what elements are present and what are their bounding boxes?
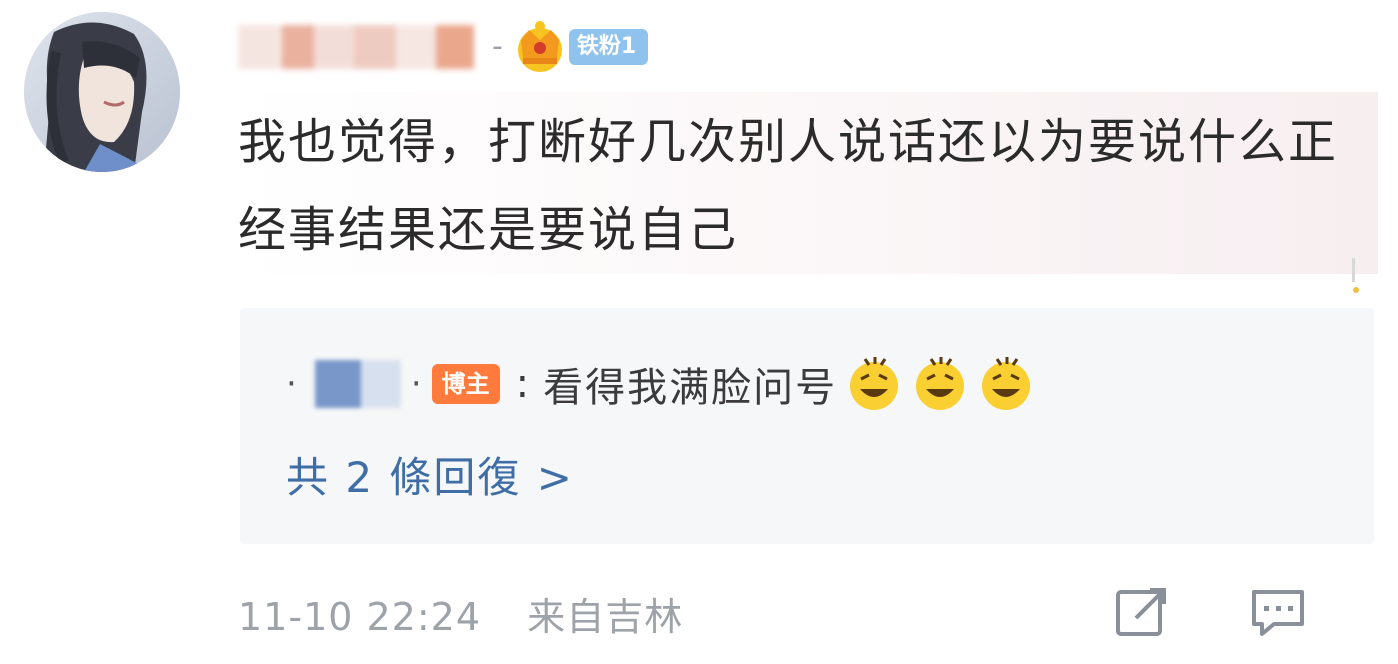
avatar-image — [24, 12, 180, 172]
reply-username-redacted[interactable] — [314, 360, 401, 408]
grin-emoji-icon — [916, 357, 965, 410]
username-separator: - — [492, 29, 503, 64]
comment-header: - 铁粉1 — [238, 18, 649, 76]
comment-icon[interactable] — [1250, 586, 1306, 638]
more-replies-link[interactable]: 共 2 條回復 > — [286, 444, 574, 505]
fan-badge: 铁粉1 — [568, 29, 649, 65]
username-redacted[interactable] — [238, 25, 474, 69]
share-icon[interactable] — [1114, 586, 1170, 638]
avatar[interactable] — [24, 12, 180, 172]
comment-text: 我也觉得，打断好几次别人说话还以为要说什么正经事结果还是要说自己 — [238, 92, 1378, 274]
location: 来自吉林 — [527, 595, 684, 639]
comment-card: - 铁粉1 我也觉得，打断好几次别人说话还以为要说什么正经事结果还是要说自己 ·… — [0, 0, 1398, 664]
comment-meta: 11-10 22:24 来自吉林 — [238, 586, 683, 641]
timestamp: 11-10 22:24 — [238, 595, 482, 639]
grin-emoji-icon — [982, 357, 1031, 410]
decorative-edge-marks — [1342, 256, 1360, 296]
reply-text: 看得我满脸问号 — [543, 365, 838, 411]
reply-bullet: · — [286, 364, 297, 404]
crown-icon — [517, 21, 562, 72]
reply-item: · · 博主 : 看得我满脸问号 — [286, 344, 1035, 424]
blogger-badge: 博主 — [431, 364, 500, 404]
reply-colon: : — [515, 361, 530, 407]
grin-emoji-icon — [850, 357, 899, 410]
reply-separator: · — [410, 364, 422, 404]
reply-preview[interactable]: · · 博主 : 看得我满脸问号 共 2 條回復 > — [240, 308, 1374, 544]
